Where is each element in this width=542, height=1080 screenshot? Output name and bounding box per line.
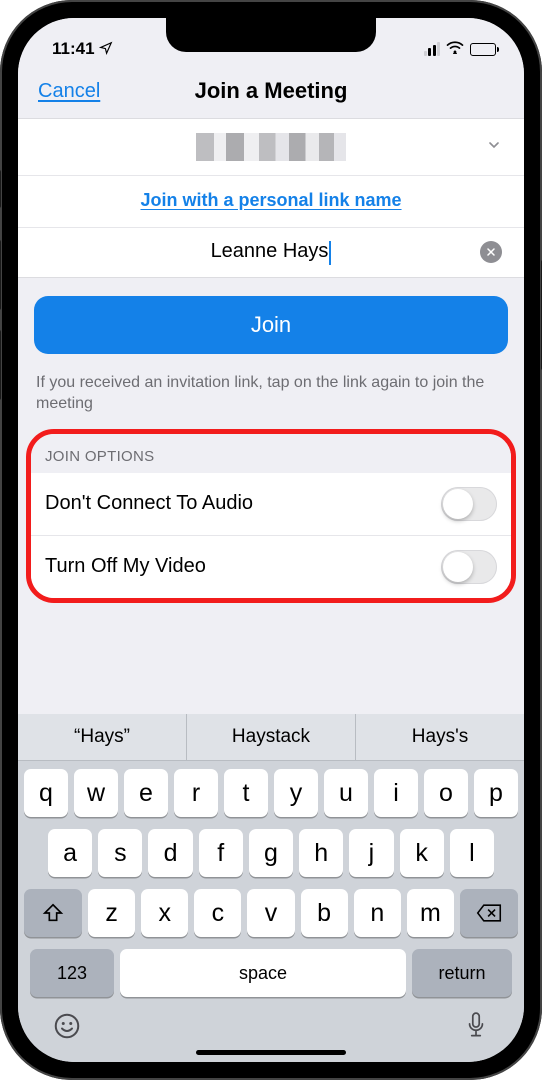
key-j[interactable]: j	[349, 829, 393, 877]
screen: 11:41 Cancel Join a Meeting	[18, 18, 524, 1062]
location-arrow-icon	[99, 41, 113, 58]
home-indicator[interactable]	[196, 1050, 346, 1055]
key-v[interactable]: v	[247, 889, 294, 937]
join-button[interactable]: Join	[34, 296, 508, 354]
key-h[interactable]: h	[299, 829, 343, 877]
phone-frame: 11:41 Cancel Join a Meeting	[0, 0, 542, 1080]
space-key[interactable]: space	[120, 949, 406, 997]
key-d[interactable]: d	[148, 829, 192, 877]
key-t[interactable]: t	[224, 769, 268, 817]
cancel-button[interactable]: Cancel	[38, 80, 100, 103]
status-time: 11:41	[52, 39, 95, 59]
key-u[interactable]: u	[324, 769, 368, 817]
keyboard-row-4: 123 space return	[24, 949, 518, 997]
key-n[interactable]: n	[354, 889, 401, 937]
key-c[interactable]: c	[194, 889, 241, 937]
ios-keyboard: Hays Haystack Hays's q w e r t y u i o p	[18, 714, 524, 1062]
personal-link[interactable]: Join with a personal link name	[140, 190, 401, 210]
option-turn-off-video: Turn Off My Video	[31, 535, 511, 598]
key-r[interactable]: r	[174, 769, 218, 817]
key-k[interactable]: k	[400, 829, 444, 877]
page-title: Join a Meeting	[36, 78, 506, 104]
invitation-hint: If you received an invitation link, tap …	[18, 364, 524, 415]
suggestion[interactable]: Hays	[18, 714, 187, 760]
signal-icon	[424, 42, 441, 56]
option-label: Turn Off My Video	[45, 555, 206, 578]
backspace-key[interactable]	[460, 889, 518, 937]
key-o[interactable]: o	[424, 769, 468, 817]
key-l[interactable]: l	[450, 829, 494, 877]
key-i[interactable]: i	[374, 769, 418, 817]
keyboard-row-3: z x c v b n m	[24, 889, 518, 937]
meeting-id-input[interactable]	[18, 119, 524, 176]
numeric-key[interactable]: 123	[30, 949, 114, 997]
battery-icon	[470, 43, 496, 56]
wifi-icon	[446, 39, 464, 59]
key-s[interactable]: s	[98, 829, 142, 877]
display-name-input[interactable]: Leanne Hays	[211, 240, 329, 262]
key-e[interactable]: e	[124, 769, 168, 817]
suggestion[interactable]: Haystack	[187, 714, 356, 760]
key-f[interactable]: f	[199, 829, 243, 877]
key-p[interactable]: p	[474, 769, 518, 817]
join-options-label: JOIN OPTIONS	[31, 434, 511, 473]
suggestion[interactable]: Hays's	[356, 714, 524, 760]
shift-key[interactable]	[24, 889, 82, 937]
keyboard-row-1: q w e r t y u i o p	[24, 769, 518, 817]
key-a[interactable]: a	[48, 829, 92, 877]
video-toggle[interactable]	[441, 550, 497, 584]
option-dont-connect-audio: Don't Connect To Audio	[31, 473, 511, 535]
dictation-key-icon[interactable]	[462, 1011, 490, 1048]
audio-toggle[interactable]	[441, 487, 497, 521]
suggestion-bar: Hays Haystack Hays's	[18, 714, 524, 761]
key-q[interactable]: q	[24, 769, 68, 817]
key-w[interactable]: w	[74, 769, 118, 817]
nav-header: Cancel Join a Meeting	[18, 66, 524, 118]
chevron-down-icon[interactable]	[486, 137, 502, 158]
key-m[interactable]: m	[407, 889, 454, 937]
option-label: Don't Connect To Audio	[45, 492, 253, 515]
display-name-input-row[interactable]: Leanne Hays	[18, 228, 524, 277]
key-b[interactable]: b	[301, 889, 348, 937]
key-y[interactable]: y	[274, 769, 318, 817]
key-x[interactable]: x	[141, 889, 188, 937]
emoji-key-icon[interactable]	[52, 1011, 82, 1048]
join-options-highlight: JOIN OPTIONS Don't Connect To Audio Turn…	[26, 429, 516, 603]
key-g[interactable]: g	[249, 829, 293, 877]
return-key[interactable]: return	[412, 949, 512, 997]
notch	[166, 18, 376, 52]
key-z[interactable]: z	[88, 889, 135, 937]
meeting-id-value-redacted	[196, 133, 346, 161]
personal-link-row: Join with a personal link name	[18, 176, 524, 228]
meeting-form: Join with a personal link name Leanne Ha…	[18, 118, 524, 278]
keyboard-row-2: a s d f g h j k l	[24, 829, 518, 877]
